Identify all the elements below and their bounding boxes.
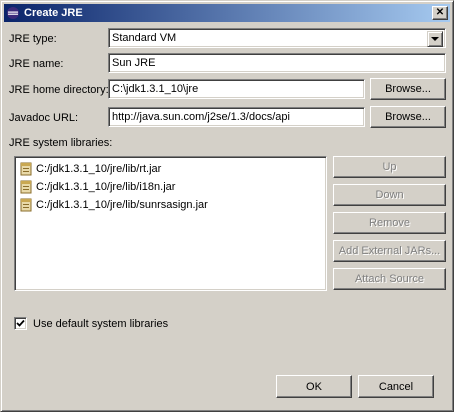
cancel-button[interactable]: Cancel: [358, 375, 434, 398]
jre-type-dropdown-button[interactable]: [427, 31, 443, 47]
down-button[interactable]: Down: [333, 184, 446, 206]
browse-home-button[interactable]: Browse...: [370, 78, 446, 100]
jre-name-field[interactable]: Sun JRE: [108, 53, 446, 73]
close-icon: ✕: [435, 7, 445, 18]
attach-source-button[interactable]: Attach Source: [333, 268, 446, 290]
library-path: C:/jdk1.3.1_10/jre/lib/i18n.jar: [36, 181, 176, 193]
create-jre-dialog: Create JRE ✕ JRE type: Standard VM JRE n…: [0, 0, 454, 412]
jar-icon: [20, 198, 32, 212]
system-libraries-list[interactable]: C:/jdk1.3.1_10/jre/lib/rt.jar C:/jdk1.3.…: [14, 156, 327, 291]
use-default-libraries-label[interactable]: Use default system libraries: [33, 318, 168, 330]
add-external-jars-button[interactable]: Add External JARs...: [333, 240, 446, 262]
javadoc-url-value: http://java.sun.com/j2se/1.3/docs/api: [112, 111, 290, 123]
jre-type-label: JRE type:: [9, 33, 57, 45]
browse-javadoc-button[interactable]: Browse...: [370, 106, 446, 128]
use-default-libraries-checkbox[interactable]: [14, 317, 27, 330]
chevron-down-icon: [431, 36, 439, 41]
jre-home-field[interactable]: C:\jdk1.3.1_10\jre: [108, 79, 365, 99]
dialog-title: Create JRE: [24, 7, 83, 19]
checkmark-icon: [16, 319, 25, 327]
jre-type-select[interactable]: Standard VM: [108, 28, 446, 48]
javadoc-url-field[interactable]: http://java.sun.com/j2se/1.3/docs/api: [108, 107, 365, 127]
jre-type-value: Standard VM: [112, 32, 177, 44]
title-bar[interactable]: Create JRE ✕: [4, 4, 450, 22]
ok-button[interactable]: OK: [276, 375, 352, 398]
remove-button[interactable]: Remove: [333, 212, 446, 234]
jre-name-value: Sun JRE: [112, 57, 156, 69]
library-path: C:/jdk1.3.1_10/jre/lib/sunrsasign.jar: [36, 199, 208, 211]
list-item[interactable]: C:/jdk1.3.1_10/jre/lib/rt.jar: [18, 161, 161, 177]
jre-home-label: JRE home directory:: [9, 84, 109, 96]
jar-icon: [20, 180, 32, 194]
eclipse-icon: [6, 6, 20, 20]
javadoc-url-label: Javadoc URL:: [9, 112, 79, 124]
library-path: C:/jdk1.3.1_10/jre/lib/rt.jar: [36, 163, 162, 175]
list-item[interactable]: C:/jdk1.3.1_10/jre/lib/i18n.jar: [18, 179, 175, 195]
system-libraries-label: JRE system libraries:: [9, 137, 113, 149]
jre-name-label: JRE name:: [9, 58, 64, 70]
close-button[interactable]: ✕: [432, 6, 448, 20]
up-button[interactable]: Up: [333, 156, 446, 178]
jre-home-value: C:\jdk1.3.1_10\jre: [112, 83, 199, 95]
list-item[interactable]: C:/jdk1.3.1_10/jre/lib/sunrsasign.jar: [18, 197, 208, 213]
jar-icon: [20, 162, 32, 176]
